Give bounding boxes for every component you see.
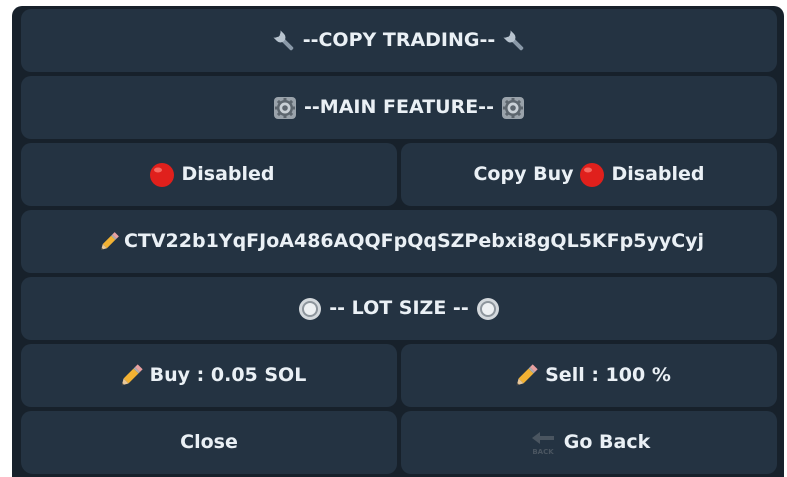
gear-icon [272,95,298,121]
sell-amount-button[interactable]: Sell : 100 % [401,344,777,407]
keyboard-row: CTV22b1YqFJoA486AQQFpQqSZPebxi8gQL5KFp5y… [21,210,777,273]
keyboard-row: --COPY TRADING-- [21,9,777,72]
main-feature-button[interactable]: --MAIN FEATURE-- [21,76,777,139]
sell-amount-label: Sell : 100 % [545,364,671,386]
radio-button-icon [475,296,501,322]
keyboard-row: Disabled Copy Buy Disabled [21,143,777,206]
wallet-address-button[interactable]: CTV22b1YqFJoA486AQQFpQqSZPebxi8gQL5KFp5y… [21,210,777,273]
wallet-address-label: CTV22b1YqFJoA486AQQFpQqSZPebxi8gQL5KFp5y… [123,230,705,252]
status-toggle-button[interactable]: Disabled [21,143,397,206]
status-label: Disabled [181,163,275,185]
inline-keyboard: --COPY TRADING-- --MAIN FEATURE-- Disabl… [12,6,784,477]
lot-size-button[interactable]: -- LOT SIZE -- [21,277,777,340]
keyboard-row: --MAIN FEATURE-- [21,76,777,139]
copy-trading-label: --COPY TRADING-- [302,29,496,51]
buy-amount-button[interactable]: Buy : 0.05 SOL [21,344,397,407]
go-back-label: Go Back [563,431,651,453]
copy-buy-status-label: Disabled [611,163,705,185]
red-circle-icon [579,162,605,188]
close-label: Close [180,431,238,453]
keyboard-row: -- LOT SIZE -- [21,277,777,340]
copy-buy-label: Copy Buy [473,163,574,185]
red-circle-icon [149,162,175,188]
wrench-icon [271,28,297,54]
pencil-icon [118,363,144,389]
lot-size-label: -- LOT SIZE -- [329,297,469,319]
radio-button-icon [297,296,323,322]
pencil-icon [98,231,120,253]
back-arrow-icon: BACK [528,430,558,456]
svg-text:BACK: BACK [532,448,554,456]
go-back-button[interactable]: BACK Go Back [401,411,777,474]
close-button[interactable]: Close [21,411,397,474]
buy-amount-label: Buy : 0.05 SOL [149,364,307,386]
copy-buy-toggle-button[interactable]: Copy Buy Disabled [401,143,777,206]
keyboard-row: Close BACK Go Back [21,411,777,474]
copy-trading-button[interactable]: --COPY TRADING-- [21,9,777,72]
main-feature-label: --MAIN FEATURE-- [304,96,494,118]
keyboard-row: Buy : 0.05 SOL Sell : 100 % [21,344,777,407]
pencil-icon [513,363,539,389]
gear-icon [500,95,526,121]
wrench-icon [501,28,527,54]
